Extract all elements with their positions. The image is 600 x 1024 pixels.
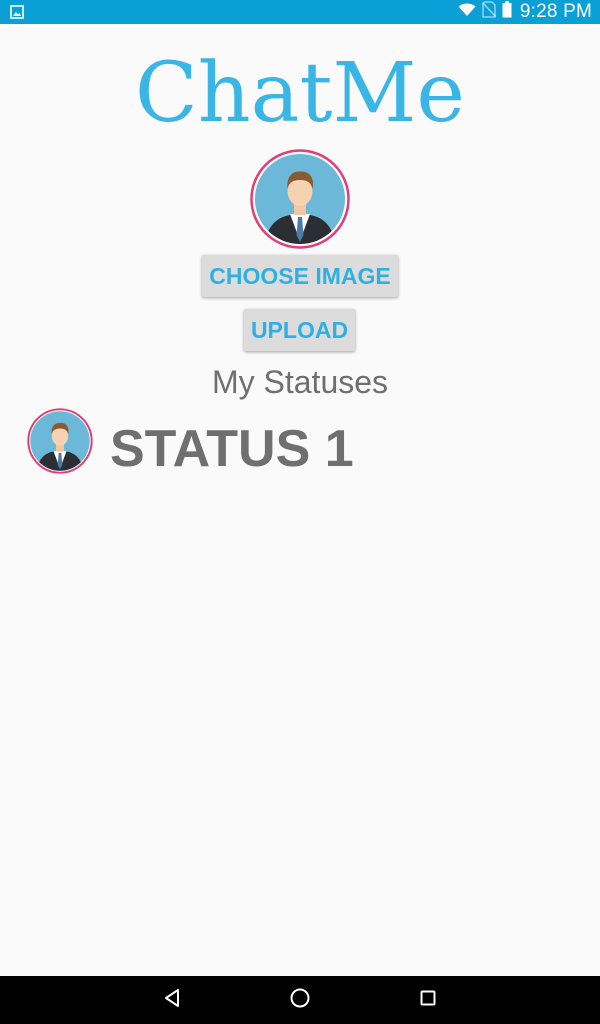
profile-avatar[interactable] bbox=[250, 149, 350, 249]
home-button[interactable] bbox=[270, 976, 330, 1024]
navigation-bar bbox=[0, 976, 600, 1024]
back-button[interactable] bbox=[142, 976, 202, 1024]
home-circle-icon bbox=[289, 987, 311, 1014]
businessman-avatar-icon bbox=[250, 149, 350, 253]
status-time: 9:28 PM bbox=[519, 1, 592, 22]
recents-button[interactable] bbox=[398, 976, 458, 1024]
my-statuses-heading: My Statuses bbox=[211, 364, 389, 400]
status-bar: 9:28 PM bbox=[0, 0, 600, 24]
status-item[interactable]: STATUS 1 bbox=[0, 405, 600, 479]
choose-image-button[interactable]: CHOOSE IMAGE bbox=[202, 255, 398, 297]
recents-square-icon bbox=[419, 989, 437, 1012]
back-triangle-icon bbox=[163, 988, 181, 1013]
status-icons: 9:28 PM bbox=[458, 0, 592, 24]
battery-icon bbox=[502, 1, 512, 23]
status-list: STATUS 1 bbox=[0, 405, 600, 479]
image-notification-icon bbox=[10, 5, 24, 19]
app-title: ChatMe bbox=[135, 46, 465, 141]
upload-button[interactable]: UPLOAD bbox=[244, 309, 355, 351]
status-label: STATUS 1 bbox=[110, 420, 354, 478]
wifi-icon bbox=[458, 2, 476, 23]
businessman-avatar-icon bbox=[27, 408, 93, 474]
no-sim-icon bbox=[481, 1, 496, 23]
